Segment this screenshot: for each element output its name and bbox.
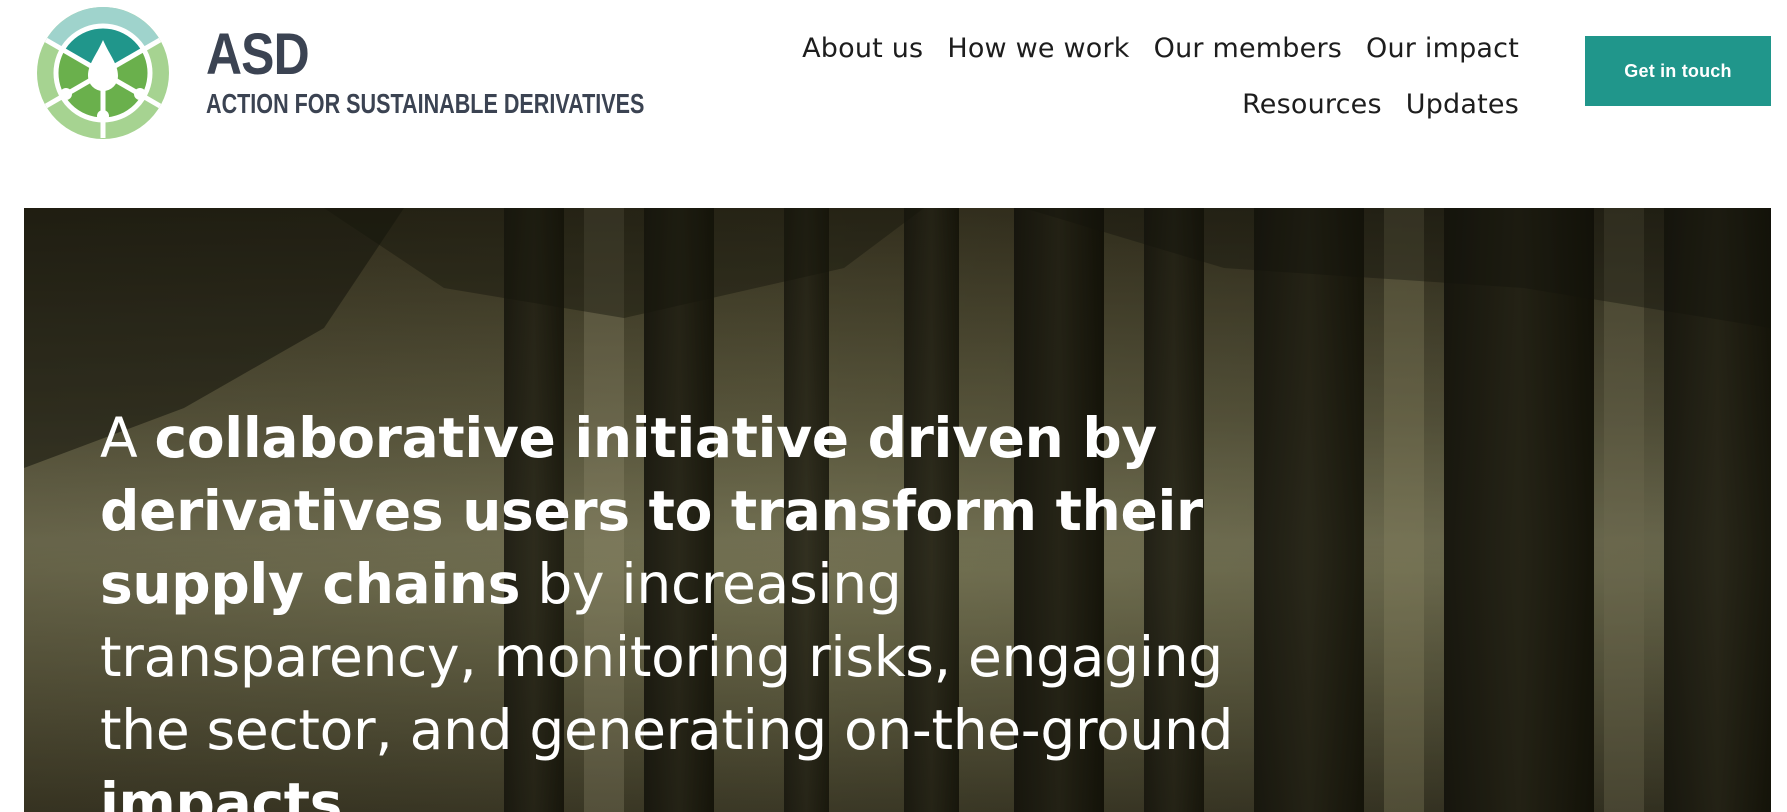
nav-how-we-work[interactable]: How we work (947, 33, 1129, 64)
home-logo-link[interactable]: ASD ACTION FOR SUSTAINABLE DERIVATIVES (36, 6, 644, 140)
hero-banner: A collaborative initiative driven by der… (24, 208, 1771, 812)
brand-full-name: ACTION FOR SUSTAINABLE DERIVATIVES (206, 88, 645, 119)
nav-our-members[interactable]: Our members (1154, 33, 1342, 64)
hero-headline: A collaborative initiative driven by der… (100, 402, 1290, 812)
hero-text-bold-end: impacts (100, 771, 343, 812)
brand-short-name: ASD (206, 22, 310, 87)
site-header: ASD ACTION FOR SUSTAINABLE DERIVATIVES A… (0, 0, 1787, 208)
nav-row-primary: About us How we work Our members Our imp… (802, 20, 1519, 76)
nav-about-us[interactable]: About us (802, 33, 923, 64)
get-in-touch-button[interactable]: Get in touch (1585, 36, 1771, 106)
nav-updates[interactable]: Updates (1406, 89, 1519, 120)
hero-text-lead: A (100, 406, 155, 470)
nav-our-impact[interactable]: Our impact (1366, 33, 1519, 64)
nav-resources[interactable]: Resources (1242, 89, 1382, 120)
leaf-drop-circle-logo-icon (37, 7, 169, 139)
nav-row-secondary: Resources Updates (1242, 76, 1519, 132)
main-navigation: About us How we work Our members Our imp… (802, 20, 1519, 132)
